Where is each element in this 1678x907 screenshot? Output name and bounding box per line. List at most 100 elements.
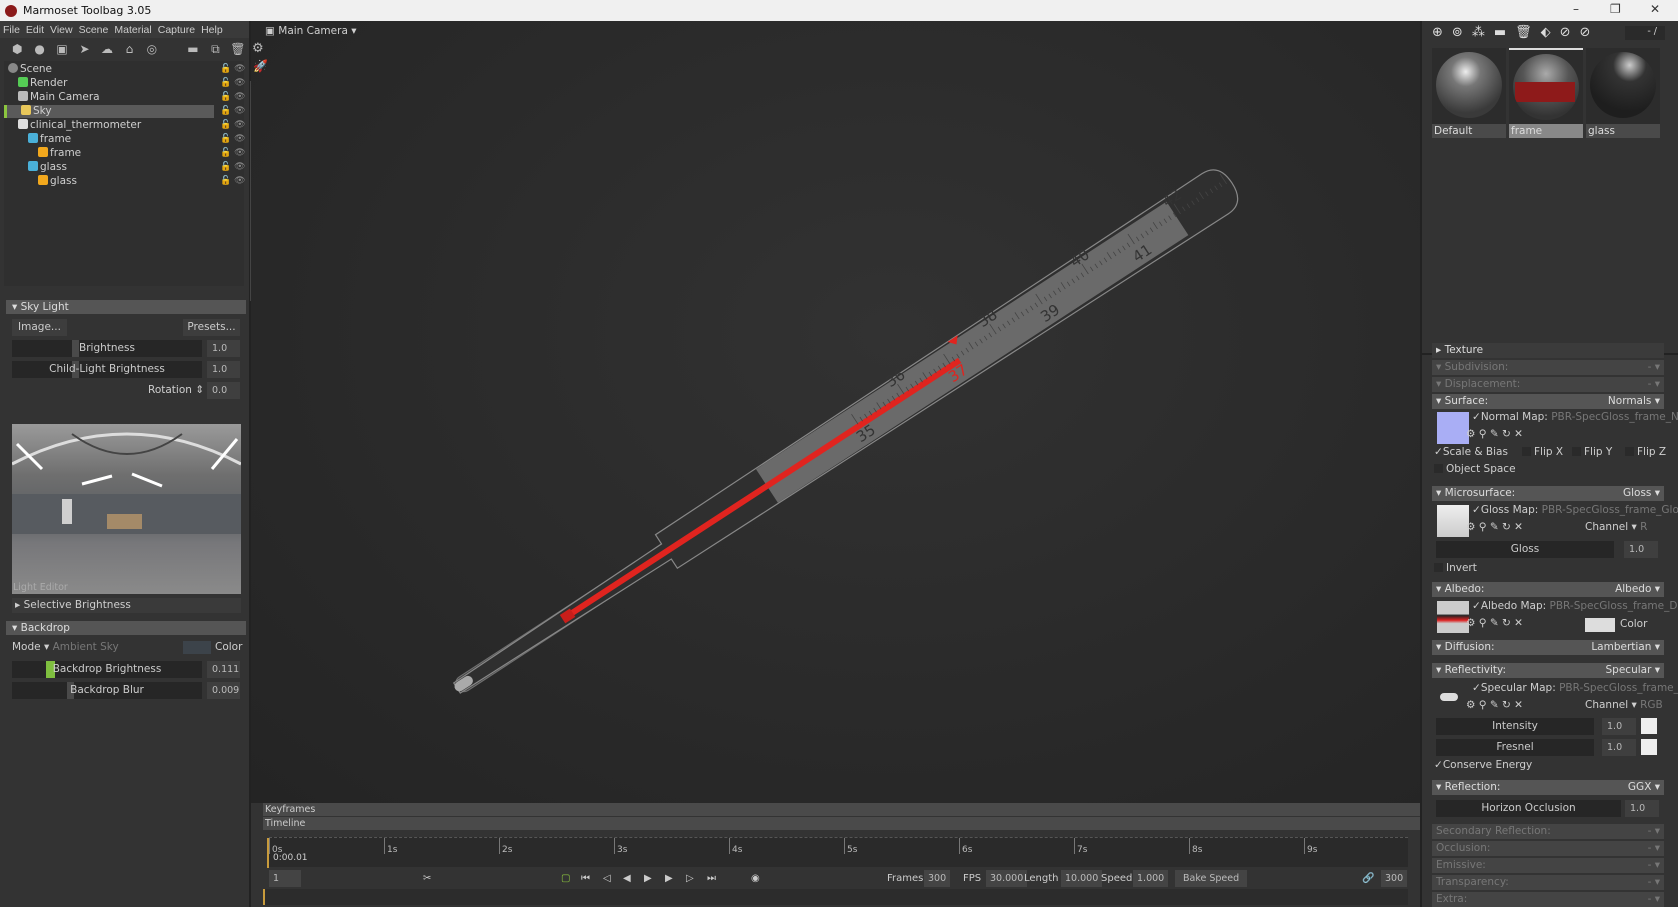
sky-light-preview[interactable]: Light Editor xyxy=(12,424,241,594)
tree-item[interactable]: glass xyxy=(4,161,214,174)
remove-icon[interactable]: ✕ xyxy=(1514,617,1523,629)
add-light-icon[interactable]: ● xyxy=(28,42,50,56)
tree-item[interactable]: Scene xyxy=(4,63,214,76)
add-mesh-icon[interactable]: ⬢ xyxy=(6,42,28,56)
skip-start-icon[interactable]: ⏮ xyxy=(581,870,590,887)
link-icon[interactable]: 🔗 xyxy=(1362,870,1374,887)
gear-icon[interactable]: ⚙ xyxy=(1466,617,1475,629)
albedo-color-swatch[interactable] xyxy=(1585,618,1615,632)
menu-edit[interactable]: Edit xyxy=(23,24,47,36)
tree-item[interactable]: Render xyxy=(4,77,214,90)
add-fog-icon[interactable]: ☁ xyxy=(96,42,118,56)
flip-x-checkbox[interactable]: Flip X xyxy=(1522,446,1563,458)
loop-icon[interactable]: ▢ xyxy=(561,870,570,887)
visibility-eye-icon[interactable]: 👁 xyxy=(234,162,245,172)
material-swatch[interactable]: Default xyxy=(1432,48,1506,138)
add-material-icon[interactable]: ⊕ xyxy=(1432,25,1443,40)
length-input[interactable]: 10.000 xyxy=(1061,870,1103,887)
backdrop-color-swatch[interactable] xyxy=(183,641,211,654)
lock-icon[interactable]: 🔓 xyxy=(220,92,231,102)
child-light-brightness-slider[interactable]: Child-Light Brightness xyxy=(12,361,202,378)
lock-icon[interactable]: 🔓 xyxy=(220,120,231,130)
duplicate-icon[interactable]: ⧉ xyxy=(204,42,226,57)
add-shadow-catcher-icon[interactable]: ➤ xyxy=(73,42,95,56)
brightness-slider[interactable]: Brightness xyxy=(12,340,202,357)
section-reflectivity[interactable]: ▾ Reflectivity: Specular ▾ xyxy=(1432,663,1664,678)
menu-file[interactable]: File xyxy=(0,24,23,36)
menu-scene[interactable]: Scene xyxy=(76,24,112,36)
gloss-value[interactable]: 1.0 xyxy=(1624,541,1658,558)
bake-speed-button[interactable]: Bake Speed xyxy=(1175,870,1248,887)
reload-icon[interactable]: ↻ xyxy=(1502,699,1511,711)
visibility-eye-icon[interactable]: 👁 xyxy=(234,92,245,102)
menu-help[interactable]: Help xyxy=(198,24,226,36)
section-dropdown[interactable]: Normals ▾ xyxy=(1608,394,1660,409)
gear-icon[interactable]: ⚙ xyxy=(1466,521,1475,533)
rotation-value[interactable]: 0.0 xyxy=(207,382,240,399)
tree-item[interactable]: glass xyxy=(4,175,214,188)
export-material-icon[interactable]: ⊘ xyxy=(1580,25,1591,40)
prev-key-icon[interactable]: ◁ xyxy=(603,870,611,887)
section-dropdown[interactable]: - ▾ xyxy=(1648,377,1660,392)
folder-icon[interactable]: ▬ xyxy=(1494,25,1506,40)
scale-bias-checkbox[interactable]: ✓Scale & Bias xyxy=(1434,446,1508,458)
tree-item[interactable]: clinical_thermometer xyxy=(4,119,214,132)
presets-button[interactable]: Presets... xyxy=(183,319,240,336)
fresnel-slider[interactable]: Fresnel xyxy=(1436,739,1594,756)
specular-map-thumbnail[interactable] xyxy=(1440,693,1458,701)
pick-material-icon[interactable]: ⊘ xyxy=(1560,25,1571,40)
duplicate-material-icon[interactable]: ⊚ xyxy=(1452,25,1463,40)
pencil-icon[interactable]: ✎ xyxy=(1490,428,1499,440)
visibility-eye-icon[interactable]: 👁 xyxy=(234,148,245,158)
minimize-button[interactable]: – xyxy=(1573,2,1579,16)
visibility-eye-icon[interactable]: 👁 xyxy=(234,120,245,130)
section-transparency[interactable]: Transparency: - ▾ xyxy=(1432,875,1664,890)
horizon-occlusion-slider[interactable]: Horizon Occlusion xyxy=(1436,800,1621,817)
section-dropdown[interactable]: GGX ▾ xyxy=(1628,780,1660,795)
add-audio-icon[interactable]: ◎ xyxy=(141,42,163,56)
selective-brightness-toggle[interactable]: ▸ Selective Brightness xyxy=(12,598,241,613)
section-subdivision[interactable]: ▾ Subdivision: - ▾ xyxy=(1432,360,1664,375)
gloss-map-checkbox[interactable]: ✓Gloss Map: PBR-SpecGloss_frame_Glossi xyxy=(1472,504,1678,516)
add-camera-icon[interactable]: ▣ xyxy=(51,42,73,56)
folder-icon[interactable]: ▬ xyxy=(182,42,204,56)
section-dropdown[interactable]: Gloss ▾ xyxy=(1623,486,1660,501)
lock-icon[interactable]: 🔓 xyxy=(220,148,231,158)
albedo-map-thumbnail[interactable] xyxy=(1437,601,1469,633)
material-swatch[interactable]: glass xyxy=(1586,48,1660,138)
reload-icon[interactable]: ↻ xyxy=(1502,428,1511,440)
search-icon[interactable]: ⚲ xyxy=(1479,699,1487,711)
add-house-icon[interactable]: ⌂ xyxy=(118,42,140,56)
reload-icon[interactable]: ↻ xyxy=(1502,521,1511,533)
tree-item[interactable]: frame xyxy=(4,147,214,160)
section-dropdown[interactable]: Specular ▾ xyxy=(1606,663,1661,678)
section-diffusion[interactable]: ▾ Diffusion: Lambertian ▾ xyxy=(1432,640,1664,655)
visibility-eye-icon[interactable]: 👁 xyxy=(234,106,245,116)
intensity-value[interactable]: 1.0 xyxy=(1602,718,1636,735)
albedo-map-checkbox[interactable]: ✓Albedo Map: PBR-SpecGloss_frame_Diff xyxy=(1472,600,1678,612)
sky-light-header[interactable]: ▾ Sky Light xyxy=(6,300,246,314)
section-dropdown[interactable]: - ▾ xyxy=(1648,892,1660,907)
gloss-map-thumbnail[interactable] xyxy=(1437,505,1469,537)
3d-viewport[interactable]: ▣ Main Camera ▾ ⚙ 🚀 35 36 37 38 39 40 41 42 xyxy=(251,21,1420,803)
section-dropdown[interactable]: Lambertian ▾ xyxy=(1591,640,1660,655)
speed-input[interactable]: 1.000 xyxy=(1133,870,1169,887)
section-micro[interactable]: ▾ Microsurface: Gloss ▾ xyxy=(1432,486,1664,501)
conserve-energy-checkbox[interactable]: ✓Conserve Energy xyxy=(1434,759,1532,771)
lock-icon[interactable]: 🔓 xyxy=(220,78,231,88)
section-dropdown[interactable]: - ▾ xyxy=(1648,858,1660,873)
pencil-icon[interactable]: ✎ xyxy=(1490,521,1499,533)
normal-map-thumbnail[interactable] xyxy=(1437,412,1469,444)
keyframe-track[interactable] xyxy=(263,889,1408,905)
backdrop-brightness-slider[interactable]: Backdrop Brightness xyxy=(12,661,202,678)
keyframes-bar[interactable]: Keyframes xyxy=(263,803,1420,816)
section-albedo[interactable]: ▾ Albedo: Albedo ▾ xyxy=(1432,582,1664,597)
assign-material-icon[interactable]: ⬖ xyxy=(1541,25,1551,40)
backdrop-blur-value[interactable]: 0.009 xyxy=(207,682,240,699)
backdrop-blur-slider[interactable]: Backdrop Blur xyxy=(12,682,202,699)
tree-item[interactable]: frame xyxy=(4,133,214,146)
section-displacement[interactable]: ▾ Displacement: - ▾ xyxy=(1432,377,1664,392)
flip-y-checkbox[interactable]: Flip Y xyxy=(1572,446,1612,458)
remove-icon[interactable]: ✕ xyxy=(1514,521,1523,533)
fresnel-color-swatch[interactable] xyxy=(1641,739,1657,755)
